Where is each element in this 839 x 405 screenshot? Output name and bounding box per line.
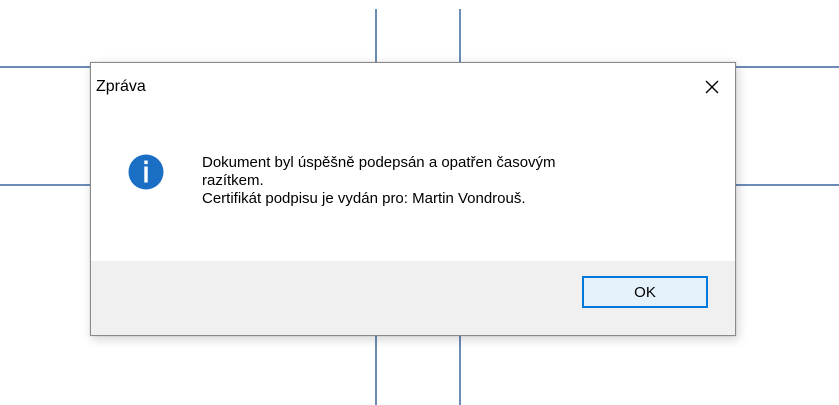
message-line: Dokument byl úspěšně podepsán a opatřen …: [202, 154, 556, 171]
close-button[interactable]: [689, 63, 735, 111]
dialog-titlebar[interactable]: Zpráva: [91, 63, 735, 115]
info-icon: [128, 154, 164, 190]
dialog-footer: OK: [91, 261, 735, 335]
message-line: Certifikát podpisu je vydán pro: Martin …: [202, 190, 526, 207]
dialog-title: Zpráva: [96, 78, 146, 95]
dialog-message: Dokument byl úspěšně podepsán a opatřen …: [202, 154, 702, 208]
screen: Zpráva Dokument byl úspěšně podepsán a o…: [0, 0, 839, 405]
ok-button[interactable]: OK: [582, 276, 708, 308]
message-dialog: Zpráva Dokument byl úspěšně podepsán a o…: [90, 62, 736, 336]
message-line: razítkem.: [202, 172, 264, 189]
dialog-content: Dokument byl úspěšně podepsán a opatřen …: [91, 115, 735, 261]
close-icon: [705, 80, 719, 94]
